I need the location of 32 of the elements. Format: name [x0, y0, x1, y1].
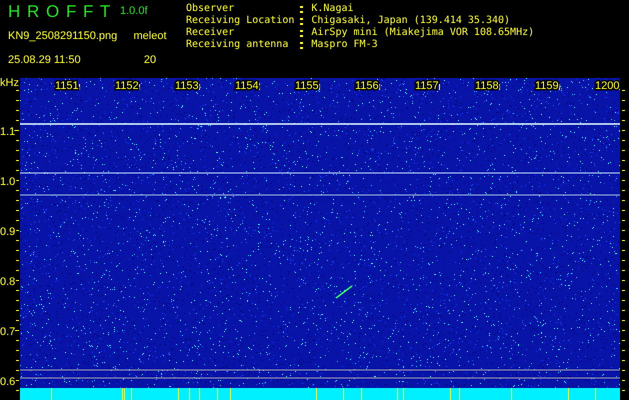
- info-label: Receiving Location: [186, 15, 296, 27]
- time-label: 1154: [235, 80, 259, 92]
- info-label: Receiver: [186, 27, 236, 39]
- version-text: 1.0.0f: [120, 4, 149, 19]
- time-label: 1151: [55, 80, 79, 92]
- time-label: 1155: [295, 80, 319, 92]
- frequency-label: 0.7: [0, 326, 16, 338]
- info-value: K.Nagai: [311, 3, 355, 15]
- time-label: 1157: [415, 80, 439, 92]
- time-label: 1159: [535, 80, 559, 92]
- info-label: Receiving antenna: [186, 39, 290, 51]
- app-title: H R O F F T: [8, 2, 112, 23]
- time-label: 1200: [595, 80, 620, 92]
- frequency-label: 0.6: [0, 376, 16, 388]
- file-name: KN9_2508291150.png: [8, 30, 118, 42]
- frequency-label: 0.8: [0, 276, 16, 288]
- unit-label: kHz: [0, 77, 19, 89]
- timestamp: 25.08.29 11:50: [8, 54, 82, 66]
- info-label: Observer: [186, 3, 236, 15]
- info-value: Chigasaki, Japan (139.414 35.340): [311, 15, 512, 27]
- time-label: 1156: [355, 80, 379, 92]
- frequency-label: 0.9: [0, 226, 16, 238]
- info-value: AirSpy mini (Miakejima VOR 108.65MHz): [311, 27, 534, 39]
- time-label: 1152: [115, 80, 139, 92]
- time-label: 1158: [475, 80, 499, 92]
- frequency-label: 1.0: [0, 176, 16, 188]
- time-label: 1153: [175, 80, 199, 92]
- info-value: Maspro FM-3: [311, 39, 379, 51]
- count-value: 20: [142, 54, 158, 66]
- count-label: meleot: [132, 30, 168, 42]
- meteor-trace: [336, 285, 352, 299]
- frequency-label: 1.1: [0, 126, 16, 138]
